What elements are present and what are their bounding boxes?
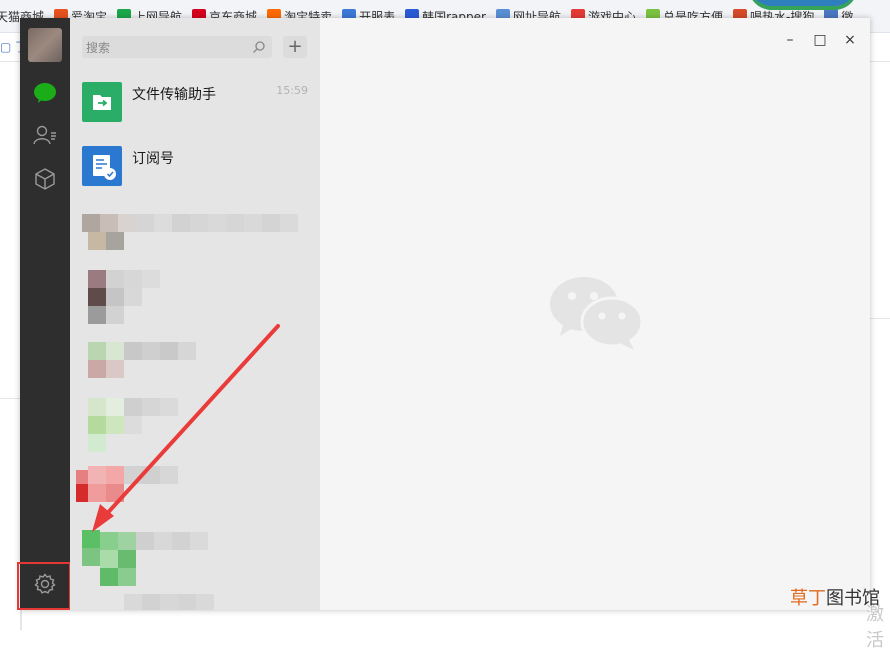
background-divider (870, 318, 890, 319)
minimize-button[interactable]: – (780, 30, 800, 50)
subscription-icon (82, 146, 122, 186)
add-chat-button[interactable]: + (283, 36, 307, 58)
wechat-window: 搜索 + 文件传输助手 15:59 订阅号 – □ × (17, 18, 870, 610)
search-placeholder: 搜索 (86, 40, 111, 55)
blurred-chat-item[interactable] (70, 464, 320, 524)
blurred-chat-item[interactable] (70, 590, 320, 610)
favorites-icon[interactable] (32, 166, 58, 192)
conversation-pane: – □ × (320, 18, 870, 610)
chat-icon[interactable] (32, 80, 58, 106)
chat-list-panel: 搜索 + 文件传输助手 15:59 订阅号 (70, 18, 320, 610)
blurred-chat-item[interactable] (70, 268, 320, 328)
chat-item-subscription[interactable]: 订阅号 (70, 140, 320, 204)
background-divider (20, 610, 22, 630)
settings-highlight-box (17, 562, 71, 610)
browser-avatar-fragment (748, 0, 858, 10)
blurred-chat-item[interactable] (70, 396, 320, 456)
watermark-part1: 草丁 (790, 588, 826, 609)
my-avatar[interactable] (28, 28, 62, 62)
background-text: 激活 (866, 604, 884, 651)
maximize-button[interactable]: □ (810, 30, 830, 50)
blurred-chat-item[interactable] (70, 526, 320, 586)
wechat-nav-bar (17, 18, 71, 610)
chat-time: 15:59 (276, 84, 308, 97)
blurred-chat-item[interactable] (70, 208, 320, 268)
file-transfer-icon (82, 82, 122, 122)
contacts-icon[interactable] (32, 122, 58, 148)
blurred-chat-item[interactable] (70, 340, 320, 400)
close-button[interactable]: × (840, 30, 860, 50)
chat-item-file-transfer[interactable]: 文件传输助手 15:59 (70, 76, 320, 140)
chat-name: 文件传输助手 (132, 87, 216, 103)
search-input[interactable]: 搜索 (82, 36, 272, 58)
wechat-logo-icon (550, 277, 644, 350)
background-divider (0, 398, 20, 399)
chat-name: 订阅号 (132, 151, 174, 167)
search-icon (253, 41, 265, 53)
